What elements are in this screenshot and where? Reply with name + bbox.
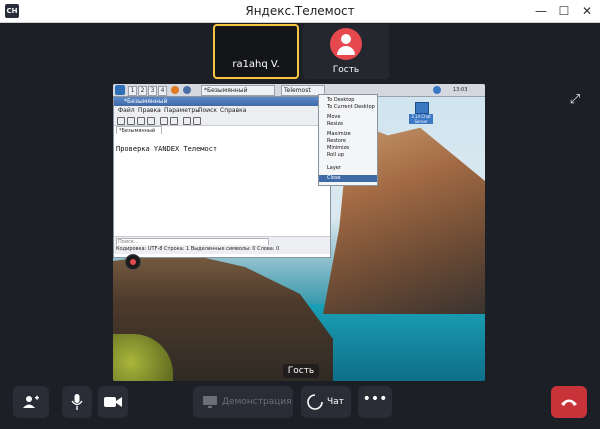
mic-button[interactable] — [62, 386, 92, 418]
terminal-icon[interactable] — [183, 86, 191, 94]
presenter-name-badge: Гость — [283, 364, 319, 378]
leafpad-window: *Безымянный Файл Правка Параметры Поиск … — [113, 96, 331, 258]
close-window-button[interactable]: ✕ — [576, 0, 598, 22]
menu-item-move[interactable]: Move — [319, 114, 377, 121]
camera-icon — [104, 397, 122, 407]
task-button[interactable]: *Безымянный — [201, 85, 275, 96]
workspace-button[interactable]: 4 — [158, 86, 167, 96]
menu-edit[interactable]: Правка — [138, 106, 161, 115]
avatar — [330, 28, 362, 60]
undo-icon[interactable] — [160, 117, 168, 125]
recording-indicator-icon — [125, 254, 141, 270]
more-options-button[interactable]: ••• — [358, 386, 392, 418]
status-bar: Кодировка: UTF-8 Строка: 1 Выделенные си… — [114, 245, 330, 254]
redo-icon[interactable] — [170, 117, 178, 125]
participant-tile-guest[interactable]: Гость — [303, 24, 389, 79]
chat-label: Чат — [327, 397, 344, 407]
menu-item-to-desktop[interactable]: To Desktop — [319, 97, 377, 104]
menu-search[interactable]: Поиск — [198, 106, 217, 115]
menu-file[interactable]: Файл — [118, 106, 135, 115]
screen-share-label: Демонстрация — [222, 397, 292, 407]
participant-name: Гость — [332, 65, 360, 75]
mic-icon — [71, 394, 83, 410]
chat-button[interactable]: Чат — [301, 386, 351, 418]
window-titlebar: СН Яндекс.Телемост — ☐ ✕ — [0, 0, 600, 23]
menu-item-layer[interactable]: Layer — [319, 165, 377, 172]
save-as-icon[interactable] — [147, 117, 155, 125]
menu-item-roll-up[interactable]: Roll up — [319, 152, 377, 159]
desktop-shortcut-label[interactable]: 3.14 Chat Server — [409, 114, 433, 124]
leafpad-menubar: Файл Правка Параметры Поиск Справка — [114, 106, 330, 115]
participant-name: ra1ahq V. — [232, 59, 280, 70]
new-file-icon[interactable] — [117, 117, 125, 125]
fullscreen-icon[interactable]: ⤢ — [567, 92, 583, 108]
desktop-shortcut-icon[interactable] — [415, 102, 429, 114]
shared-screen: 1 2 3 4 *Безымянный Telemost 13:03 *Безы… — [113, 84, 485, 381]
screen-share-icon — [203, 396, 217, 408]
clock: 13:03 — [453, 87, 468, 93]
person-icon-body — [337, 46, 355, 55]
participant-tile-user[interactable]: ra1ahq V. — [213, 24, 299, 79]
screen-share-button[interactable]: Демонстрация — [193, 386, 293, 418]
leafpad-toolbar — [114, 115, 330, 126]
start-menu-icon[interactable] — [115, 85, 125, 95]
window-title: Яндекс.Телемост — [245, 4, 355, 18]
hang-up-icon — [561, 399, 577, 406]
hang-up-button[interactable] — [551, 386, 587, 418]
camera-button[interactable] — [98, 386, 128, 418]
menu-item-resize[interactable]: Resize — [319, 121, 377, 128]
menu-item-to-current-desktop[interactable]: To Current Desktop — [319, 104, 377, 111]
menu-help[interactable]: Справка — [220, 106, 246, 115]
save-icon[interactable] — [137, 117, 145, 125]
add-person-icon — [23, 395, 39, 408]
document-text[interactable]: Проверка YANDEX Телемост — [116, 145, 328, 153]
workspace-button[interactable]: 2 — [138, 86, 147, 96]
network-icon[interactable] — [433, 86, 441, 94]
firefox-icon[interactable] — [171, 86, 179, 94]
workspace-button[interactable]: 1 — [128, 86, 137, 96]
menu-item-close[interactable]: Close — [319, 175, 377, 182]
menu-item-restore[interactable]: Restore — [319, 138, 377, 145]
workspace-button[interactable]: 3 — [148, 86, 157, 96]
window-context-menu: To Desktop To Current Desktop Move Resiz… — [318, 94, 378, 186]
add-participant-button[interactable] — [13, 386, 49, 418]
open-file-icon[interactable] — [127, 117, 135, 125]
menu-item-minimize[interactable]: Minimize — [319, 145, 377, 152]
leafpad-title[interactable]: *Безымянный — [114, 97, 330, 106]
minimize-button[interactable]: — — [530, 0, 552, 22]
find-icon[interactable] — [183, 117, 191, 125]
tab-document[interactable]: *Безымянный — [116, 126, 162, 134]
replace-icon[interactable] — [193, 117, 201, 125]
menu-item-maximize[interactable]: Maximize — [319, 131, 377, 138]
person-icon-head — [341, 34, 351, 44]
menu-options[interactable]: Параметры — [164, 106, 200, 115]
chat-icon — [307, 394, 323, 410]
maximize-button[interactable]: ☐ — [553, 0, 575, 22]
